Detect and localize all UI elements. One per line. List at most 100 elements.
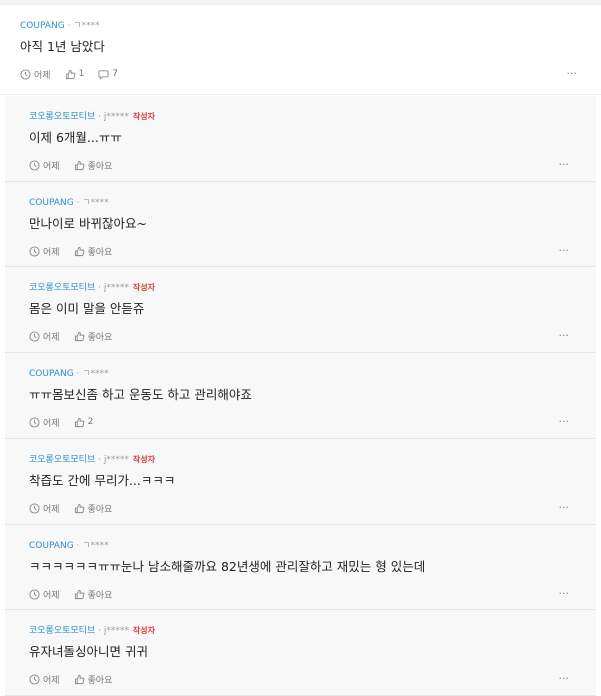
user-id: ㄱ**** — [73, 21, 100, 31]
meta-separator: · — [67, 21, 71, 31]
time-stamp: 어제 — [29, 673, 60, 686]
more-options-button[interactable]: ··· — [559, 330, 570, 342]
like-button[interactable]: 좋아요 — [74, 245, 113, 258]
time-label: 어제 — [43, 161, 60, 172]
reply-text: ㅋㅋㅋㅋㅋㅋㅠㅠ눈나 남소해줄까요 82년생에 관리잘하고 재밌는 형 있는데 — [29, 559, 426, 574]
user-id: j***** — [103, 112, 129, 122]
like-button[interactable]: 좋아요 — [74, 502, 113, 515]
clock-icon — [20, 68, 31, 80]
author-name[interactable]: COUPANG — [29, 198, 74, 208]
time-stamp: 어제 — [29, 502, 60, 515]
reply-text: 몸은 이미 말을 안듣쥬 — [29, 301, 145, 316]
author-name[interactable]: 코오롱오토모티브 — [29, 283, 95, 293]
time-stamp: 어제 — [29, 416, 60, 429]
clock-icon — [29, 502, 40, 514]
more-options-button[interactable]: ··· — [559, 588, 570, 600]
author-name[interactable]: 코오롱오토모티브 — [29, 112, 95, 122]
reply-meta: COUPANG · ㄱ**** — [29, 540, 113, 552]
reply-actions: 어제 좋아요 — [29, 672, 126, 686]
meta-separator: · — [76, 541, 80, 551]
author-name[interactable]: COUPANG — [29, 541, 74, 551]
reply-item: 코오롱오토모티브 · j***** 작성자이제 6개월...ㅠㅠ 어제 좋아요 ··· — [5, 96, 596, 182]
comment-actions: 어제 1 7 — [20, 67, 132, 81]
like-button[interactable]: 1 — [65, 69, 85, 80]
thumbs-up-icon — [74, 503, 84, 513]
more-options-button[interactable]: ··· — [559, 502, 570, 514]
clock-icon — [29, 416, 40, 428]
thumbs-up-icon — [65, 69, 75, 79]
reply-meta: COUPANG · ㄱ**** — [29, 197, 113, 209]
thumbs-up-icon — [74, 589, 84, 599]
meta-separator: · — [98, 626, 101, 636]
clock-icon — [29, 588, 40, 600]
user-id: j***** — [103, 455, 129, 465]
more-options-button[interactable]: ··· — [567, 68, 578, 80]
reply-text: 유자녀돌싱아니면 귀귀 — [29, 644, 148, 659]
more-options-button[interactable]: ··· — [559, 245, 570, 257]
clock-icon — [29, 330, 40, 342]
author-name[interactable]: 코오롱오토모티브 — [29, 455, 95, 465]
reply-text: 이제 6개월...ㅠㅠ — [29, 130, 122, 145]
reply-item: COUPANG · ㄱ**** 만나이로 바뀌잖아요~ 어제 좋아요 ··· — [5, 182, 596, 267]
time-stamp: 어제 — [29, 159, 60, 172]
like-button[interactable]: 좋아요 — [74, 588, 112, 601]
reply-meta: 코오롱오토모티브 · j***** 작성자 — [29, 282, 155, 294]
more-options-button[interactable]: ··· — [559, 159, 570, 171]
like-label: 좋아요 — [87, 504, 113, 515]
reply-actions: 어제 좋아요 — [29, 244, 126, 258]
reply-actions: 어제 2 — [29, 415, 107, 429]
reply-meta: 코오롱오토모티브 · j***** 작성자 — [29, 454, 155, 466]
reply-meta: COUPANG · ㄱ**** — [29, 368, 113, 380]
reply-text: ㅠㅠ몸보신좀 하고 운동도 하고 관리해야죠 — [29, 387, 252, 402]
writer-badge: 작성자 — [132, 112, 155, 121]
clock-icon — [29, 673, 40, 685]
time-label: 어제 — [43, 590, 60, 601]
like-count: 1 — [78, 69, 85, 79]
time-label: 어제 — [43, 332, 60, 343]
reply-item: 코오롱오토모티브 · j***** 작성자유자녀돌싱아니면 귀귀어제 좋아요 ··· — [5, 610, 596, 696]
like-label: 좋아요 — [87, 675, 113, 686]
reply-item: 코오롱오토모티브 · j***** 작성자몸은 이미 말을 안듣쥬어제 좋아요 ··· — [5, 267, 596, 353]
clock-icon — [29, 245, 40, 257]
like-label: 좋아요 — [87, 247, 113, 258]
like-button[interactable]: 좋아요 — [74, 159, 113, 172]
time-stamp: 어제 — [29, 330, 60, 343]
time-label: 어제 — [43, 504, 60, 515]
time-label: 어제 — [43, 247, 60, 258]
thumbs-up-icon — [74, 417, 84, 427]
user-id: ㄱ**** — [82, 541, 109, 551]
reply-actions: 어제 좋아요 — [29, 329, 126, 343]
reply-item: COUPANG · ㄱ**** ㅠㅠ몸보신좀 하고 운동도 하고 관리해야죠어제 2… — [5, 353, 596, 439]
thumbs-up-icon — [74, 160, 84, 170]
clock-icon — [29, 159, 40, 171]
like-button[interactable]: 2 — [74, 417, 93, 428]
thumbs-up-icon — [74, 331, 84, 341]
user-id: ㄱ**** — [82, 369, 109, 379]
author-name[interactable]: COUPANG — [29, 369, 74, 379]
reply-meta: 코오롱오토모티브 · j***** 작성자 — [29, 625, 155, 637]
reply-item: COUPANG · ㄱ**** ㅋㅋㅋㅋㅋㅋㅠㅠ눈나 남소해줄까요 82년생에 관… — [5, 525, 596, 610]
user-id: ㄱ**** — [82, 198, 109, 208]
reply-count: 7 — [112, 69, 119, 79]
thumbs-up-icon — [74, 674, 84, 684]
comment-text: 아직 1년 남았다 — [20, 39, 105, 54]
speech-bubble-icon — [98, 69, 109, 80]
thumbs-up-icon — [74, 246, 84, 256]
author-name[interactable]: 코오롱오토모티브 — [29, 626, 95, 636]
more-options-button[interactable]: ··· — [559, 416, 570, 428]
like-button[interactable]: 좋아요 — [74, 673, 113, 686]
reply-item: 코오롱오토모티브 · j***** 작성자 착즙도 간에 무리가...ㅋㅋㅋ 어제 좋아… — [5, 439, 596, 525]
reply-meta: 코오롱오토모티브 · j***** 작성자 — [29, 111, 155, 123]
like-label: 좋아요 — [87, 332, 113, 343]
writer-badge: 작성자 — [132, 455, 155, 464]
meta-separator: · — [76, 198, 80, 208]
more-options-button[interactable]: ··· — [559, 673, 570, 685]
reply-button[interactable]: 7 — [98, 69, 118, 80]
author-name[interactable]: COUPANG — [20, 21, 65, 31]
like-button[interactable]: 좋아요 — [74, 330, 113, 343]
time-stamp: 어제 — [20, 68, 51, 81]
writer-badge: 작성자 — [132, 283, 155, 292]
comment-main: COUPANG · ㄱ**** 아직 1년 남았다 어제 1 7 ··· — [0, 5, 601, 95]
like-label: 좋아요 — [87, 161, 113, 172]
meta-separator: · — [98, 283, 101, 293]
